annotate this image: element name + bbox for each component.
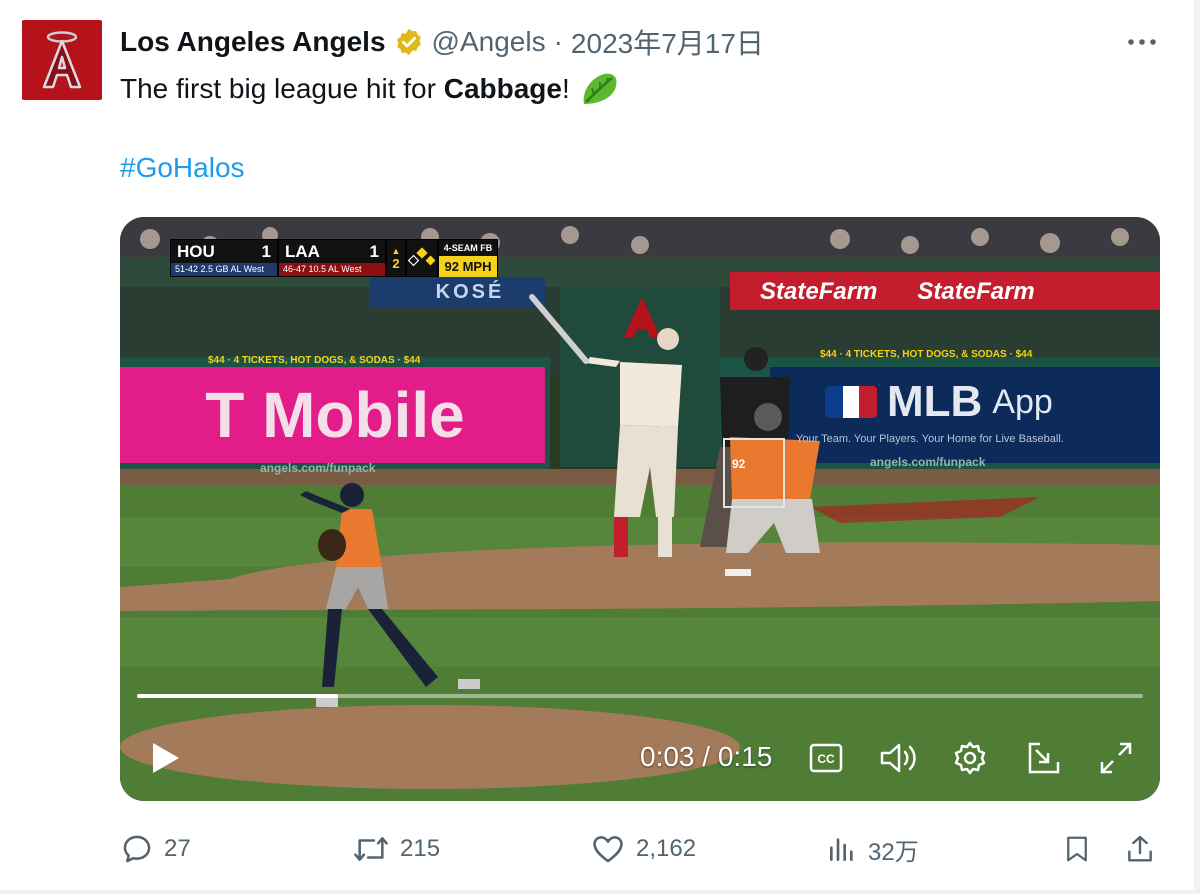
fullscreen-icon (1100, 742, 1132, 774)
timeline-border (1194, 0, 1200, 894)
statefarm-text-1: StateFarm (760, 278, 878, 305)
settings-icon (954, 741, 986, 775)
volume-icon (880, 743, 916, 773)
catcher-number: 92 (732, 457, 746, 471)
home-team-score: 1 (369, 241, 379, 261)
progress-fill (137, 694, 339, 698)
tweet-header: Los Angeles Angels @Angels · 2023年7月17日 (120, 24, 764, 60)
bookmark-button[interactable] (1062, 826, 1092, 872)
current-time: 0:03 (640, 741, 695, 772)
scorebug-pitch: 4-SEAM FB 92 MPH (439, 240, 497, 277)
separator-dot: · (553, 26, 563, 57)
home-team-record: 46-47 10.5 AL West (279, 263, 385, 276)
like-button[interactable]: 2,162 (590, 826, 696, 872)
share-icon (1128, 835, 1152, 862)
verified-badge-icon[interactable] (394, 27, 424, 57)
settings-button[interactable] (946, 735, 994, 781)
reply-icon (123, 835, 151, 863)
play-button[interactable] (140, 735, 190, 781)
like-count: 2,162 (636, 835, 697, 862)
funpack-right: angels.com/funpack (870, 455, 986, 469)
like-icon (593, 836, 623, 863)
mlb-text: MLB (887, 377, 983, 426)
repost-button[interactable]: 215 (352, 826, 440, 872)
statefarm-text-2: StateFarm (917, 278, 1035, 305)
action-bar: 27 215 2,162 32万 (120, 826, 1160, 872)
progress-bar[interactable] (137, 694, 1143, 698)
reply-button[interactable]: 27 (120, 826, 191, 872)
view-count: 32万 (868, 838, 919, 866)
tickets-ad-right: $44 · 4 TICKETS, HOT DOGS, & SODAS · $44 (820, 349, 1033, 360)
captions-icon: CC (809, 743, 843, 773)
pitch-type: 4-SEAM FB (439, 240, 497, 256)
away-team-name: HOU (177, 241, 215, 261)
hashtag-link[interactable]: #GoHalos (120, 152, 245, 184)
scorebug-home: LAA 1 46-47 10.5 AL West (279, 240, 387, 276)
tmobile-banner: T Mobile (205, 379, 465, 451)
scorebug-away: HOU 1 51-42 2.5 GB AL West (171, 240, 279, 276)
mlb-app-text: App (992, 382, 1053, 421)
mlb-logo-icon (825, 386, 877, 418)
bookmark-icon (1067, 836, 1087, 862)
views-button[interactable]: 32万 (826, 826, 919, 872)
time-display: 0:03 / 0:15 (640, 741, 772, 773)
more-icon (1128, 39, 1156, 45)
display-name[interactable]: Los Angeles Angels (120, 26, 386, 58)
tweet-date[interactable]: 2023年7月17日 (571, 22, 764, 62)
tickets-ad-left: $44 · 4 TICKETS, HOT DOGS, & SODAS · $44 (208, 355, 421, 366)
play-icon (153, 743, 179, 773)
bases-diamond-icon (407, 240, 439, 276)
away-team-record: 51-42 2.5 GB AL West (171, 263, 277, 276)
scorebug-inning: ▲ 2 (387, 240, 407, 276)
repost-count: 215 (400, 835, 441, 862)
mlb-app-banner: MLB App (825, 377, 1053, 427)
away-team-score: 1 (261, 241, 271, 261)
scorebug: HOU 1 51-42 2.5 GB AL West LAA 1 46-47 10.… (170, 239, 498, 277)
captions-button[interactable]: CC (804, 737, 848, 779)
pip-button[interactable] (1020, 735, 1068, 781)
repost-icon (354, 837, 388, 861)
pitch-speed: 92 MPH (439, 256, 497, 277)
lettuce-emoji-icon (580, 70, 620, 108)
pip-icon (1028, 742, 1060, 774)
inning-number: 2 (392, 255, 400, 271)
views-icon (830, 838, 853, 861)
tweet-text-suffix: ! (561, 73, 570, 104)
fullscreen-button[interactable] (1092, 735, 1140, 781)
user-handle[interactable]: @Angels (432, 26, 546, 58)
video-player[interactable]: HOU 1 51-42 2.5 GB AL West LAA 1 46-47 10.… (120, 217, 1160, 801)
tweet-text: The first big league hit for Cabbage! (120, 70, 620, 108)
time-separator: / (694, 741, 718, 772)
angels-logo-icon (42, 31, 82, 89)
mlb-tagline: Your Team. Your Players. Your Home for L… (796, 433, 1064, 445)
share-button[interactable] (1124, 826, 1156, 872)
tweet-text-bold: Cabbage (443, 73, 562, 104)
avatar[interactable] (22, 20, 102, 100)
svg-text:CC: CC (817, 752, 835, 766)
kose-banner: KOSÉ (435, 281, 505, 303)
reply-count: 27 (164, 835, 191, 862)
funpack-left: angels.com/funpack (260, 461, 376, 475)
more-button[interactable] (1124, 28, 1160, 56)
tweet-divider (0, 890, 1200, 894)
duration: 0:15 (717, 741, 773, 772)
home-team-name: LAA (285, 241, 320, 261)
statefarm-banner: StateFarm StateFarm (730, 273, 1160, 311)
tweet-text-prefix: The first big league hit for (120, 73, 444, 104)
volume-button[interactable] (874, 735, 924, 781)
